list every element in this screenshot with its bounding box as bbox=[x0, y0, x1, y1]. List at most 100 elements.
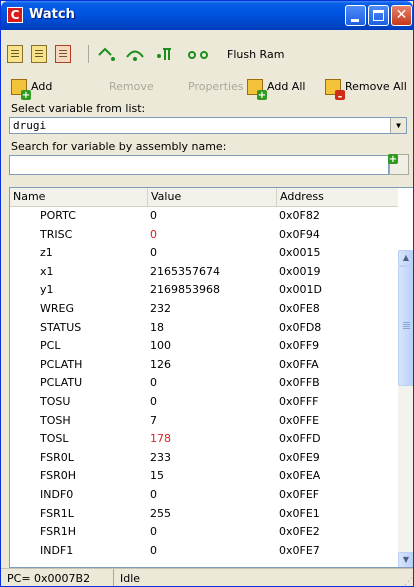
cell-value: 2169853968 bbox=[150, 283, 220, 297]
remove-all-button[interactable]: Remove All bbox=[325, 79, 407, 100]
cell-name: PCLATH bbox=[40, 357, 83, 371]
cell-name: PCL bbox=[40, 339, 61, 353]
table-row[interactable]: TOSU 0 0x0FFF bbox=[10, 393, 398, 412]
add-all-button[interactable]: Add All bbox=[247, 79, 305, 100]
run-to-cursor-icon[interactable] bbox=[187, 46, 211, 62]
close-button[interactable]: ✕ bbox=[391, 5, 412, 26]
table-header: Name Value Address bbox=[10, 188, 398, 207]
step-over-icon[interactable] bbox=[125, 46, 147, 62]
title-bar[interactable]: C Watch ✕ bbox=[1, 1, 413, 30]
cell-value: 18 bbox=[150, 320, 164, 334]
table-row[interactable]: FSR1L 255 0x0FE1 bbox=[10, 505, 398, 524]
table-row[interactable]: PORTC 0 0x0F82 bbox=[10, 207, 398, 226]
chevron-down-icon[interactable]: ▼ bbox=[390, 118, 406, 133]
add-variable-icon bbox=[388, 154, 398, 164]
table-row[interactable]: INDF0 0 0x0FEF bbox=[10, 486, 398, 505]
column-header-value[interactable]: Value bbox=[148, 188, 277, 206]
cell-address: 0x0015 bbox=[279, 246, 321, 260]
variable-select[interactable]: drugi ▼ bbox=[9, 117, 407, 134]
column-header-name[interactable]: Name bbox=[10, 188, 148, 206]
cell-value: 15 bbox=[150, 469, 164, 483]
cell-address: 0x0FFB bbox=[279, 376, 320, 390]
cell-value: 0 bbox=[150, 246, 157, 260]
doc-icon[interactable] bbox=[7, 45, 23, 63]
program-counter: PC= 0x0007B2 bbox=[4, 569, 114, 586]
table-row[interactable]: z1 0 0x0015 bbox=[10, 244, 398, 263]
cell-value: 0 bbox=[150, 209, 157, 222]
cell-address: 0x0FF9 bbox=[279, 339, 320, 353]
table-row[interactable]: WREG 232 0x0FE8 bbox=[10, 300, 398, 319]
cell-value: 100 bbox=[150, 339, 171, 353]
doc-icon[interactable] bbox=[31, 45, 47, 63]
table-row[interactable]: TOSL 178 0x0FFD bbox=[10, 430, 398, 449]
watch-window: C Watch ✕ Flush Ram Add bbox=[0, 0, 414, 587]
column-header-address[interactable]: Address bbox=[277, 188, 398, 206]
add-button[interactable]: Add bbox=[11, 79, 52, 100]
cell-address: 0x0FFD bbox=[279, 432, 321, 446]
search-input[interactable] bbox=[9, 155, 389, 175]
maximize-button[interactable] bbox=[368, 5, 389, 26]
table-row[interactable]: STATUS 18 0x0FD8 bbox=[10, 319, 398, 338]
cell-name: FSR0H bbox=[40, 469, 77, 483]
cell-name: PCLATU bbox=[40, 376, 83, 390]
cell-name: STATUS bbox=[40, 320, 82, 334]
cell-value: 232 bbox=[150, 301, 171, 315]
step-out-icon[interactable] bbox=[155, 46, 177, 62]
table-row[interactable]: FSR0L 233 0x0FE9 bbox=[10, 449, 398, 468]
doc-delete-icon[interactable] bbox=[55, 45, 71, 63]
table-row[interactable]: INDF1 0 0x0FE7 bbox=[10, 542, 398, 561]
cell-value: 0 bbox=[150, 525, 157, 539]
search-variable-label: Search for variable by assembly name: bbox=[11, 140, 227, 153]
table-row[interactable]: FSR1H 0 0x0FE2 bbox=[10, 523, 398, 542]
cell-value: 0 bbox=[150, 487, 157, 501]
variable-select-value: drugi bbox=[13, 119, 47, 132]
select-variable-label: Select variable from list: bbox=[11, 102, 146, 115]
scroll-thumb[interactable] bbox=[398, 266, 413, 386]
table-row[interactable]: FSR0H 15 0x0FEA bbox=[10, 467, 398, 486]
search-add-button[interactable] bbox=[388, 154, 409, 175]
cell-name: INDF1 bbox=[40, 543, 74, 557]
cell-name: TOSH bbox=[40, 413, 71, 427]
cell-address: 0x0019 bbox=[279, 264, 321, 278]
cell-name: WREG bbox=[40, 301, 74, 315]
minimize-button[interactable] bbox=[345, 5, 366, 26]
watch-table: Name Value Address PORTC 0 0x0F82 TRISC 0 0x0… bbox=[9, 187, 413, 568]
cell-name: x1 bbox=[40, 264, 54, 278]
table-row[interactable]: x1 2165357674 0x0019 bbox=[10, 263, 398, 282]
table-row[interactable]: TOSH 7 0x0FFE bbox=[10, 412, 398, 431]
cell-value: 0 bbox=[150, 376, 157, 390]
table-body: PORTC 0 0x0F82 TRISC 0 0x0F94 z1 0 0x0015 x1 21653… bbox=[10, 207, 398, 560]
table-row[interactable]: PCLATU 0 0x0FFB bbox=[10, 374, 398, 393]
cell-address: 0x0FFF bbox=[279, 394, 319, 408]
remove-label: Remove bbox=[109, 80, 154, 93]
add-variable-icon bbox=[11, 79, 31, 100]
table-row[interactable]: PCL 100 0x0FF9 bbox=[10, 337, 398, 356]
scroll-down-icon[interactable]: ▼ bbox=[398, 552, 413, 567]
cell-name: TOSU bbox=[40, 394, 71, 408]
cell-address: 0x0FD8 bbox=[279, 320, 322, 334]
step-into-icon[interactable] bbox=[97, 46, 117, 62]
scroll-up-icon[interactable]: ▲ bbox=[398, 250, 413, 266]
table-row[interactable]: TRISC 0 0x0F94 bbox=[10, 226, 398, 245]
close-icon: ✕ bbox=[395, 7, 408, 23]
app-logo-icon: C bbox=[7, 7, 23, 23]
cell-value: 2165357674 bbox=[150, 264, 220, 278]
properties-button[interactable]: Properties bbox=[188, 79, 244, 99]
cell-name: TOSL bbox=[40, 432, 69, 446]
cell-value: 126 bbox=[150, 357, 171, 371]
cell-name: y1 bbox=[40, 283, 54, 297]
cell-name: TRISC bbox=[40, 227, 73, 241]
properties-label: Properties bbox=[188, 80, 244, 93]
add-all-icon bbox=[247, 79, 267, 100]
cell-address: 0x0FEF bbox=[279, 487, 320, 501]
cell-address: 0x0FE1 bbox=[279, 506, 320, 520]
resize-grip-icon[interactable]: ⋰ bbox=[403, 577, 413, 586]
debug-toolbar: Flush Ram bbox=[7, 45, 407, 67]
table-row[interactable]: PCLATH 126 0x0FFA bbox=[10, 356, 398, 375]
vertical-scrollbar[interactable]: ▲ ▼ bbox=[398, 250, 413, 567]
remove-button[interactable]: Remove bbox=[109, 79, 154, 99]
cell-value: 0 bbox=[150, 394, 157, 408]
flush-ram-button[interactable]: Flush Ram bbox=[227, 48, 284, 61]
table-row[interactable]: y1 2169853968 0x001D bbox=[10, 281, 398, 300]
cell-address: 0x0FE8 bbox=[279, 301, 320, 315]
